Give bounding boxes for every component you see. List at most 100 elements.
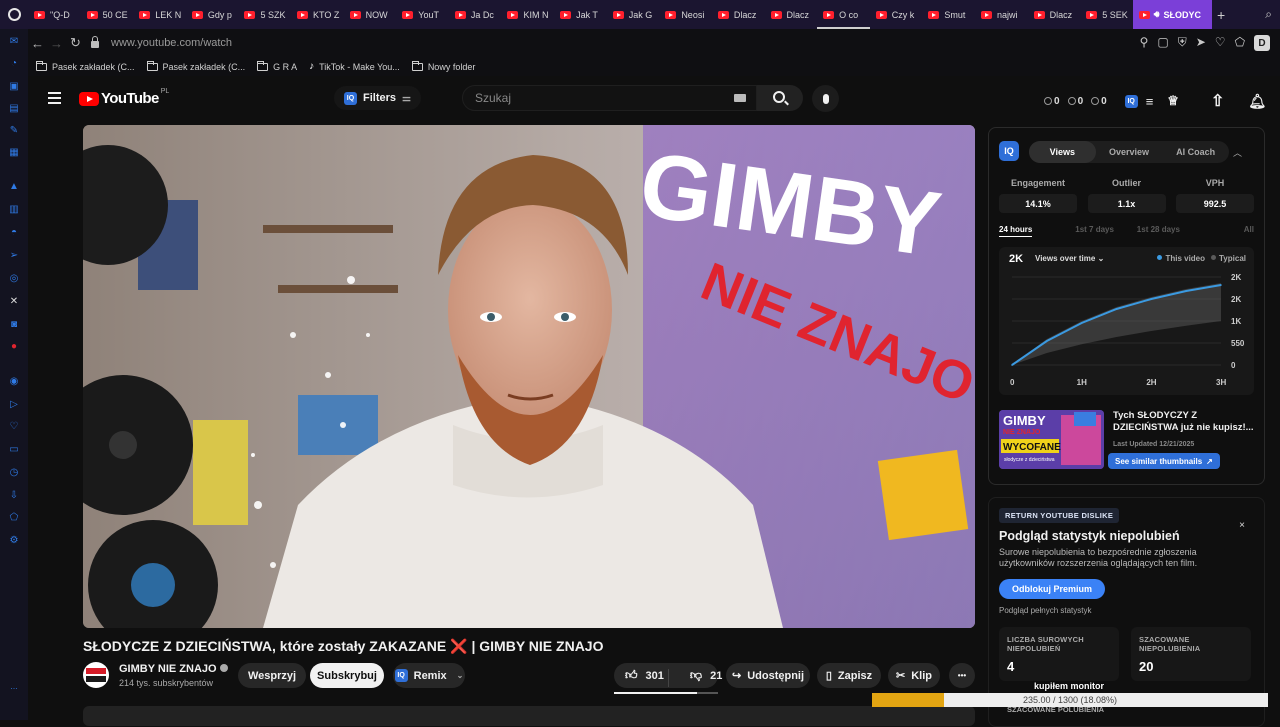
dislike-button[interactable]: 👎︎ bbox=[690, 668, 702, 683]
browser-tab[interactable]: "Q-D bbox=[28, 0, 81, 29]
wallet-icon[interactable]: ▦ bbox=[8, 147, 20, 158]
browser-tab[interactable]: najwi bbox=[975, 0, 1028, 29]
browser-tab[interactable]: Jak G bbox=[607, 0, 660, 29]
aria-icon[interactable]: ▲ bbox=[8, 181, 20, 192]
telegram-icon[interactable]: ➢ bbox=[8, 250, 20, 261]
heart-icon[interactable]: ♡ bbox=[1215, 35, 1226, 51]
mail-icon[interactable]: ✉ bbox=[8, 36, 20, 47]
period-7-days[interactable]: 1st 7 days bbox=[1063, 225, 1127, 239]
counter-eye[interactable]: 0 bbox=[1067, 96, 1083, 107]
shield-icon[interactable]: ⛨ bbox=[1178, 35, 1187, 51]
notifications-icon[interactable]: 🔔︎ bbox=[1248, 93, 1266, 110]
tab-search-icon[interactable]: ⌕ bbox=[1230, 7, 1280, 22]
browser-tab[interactable]: Dlacz bbox=[1028, 0, 1081, 29]
x-icon[interactable]: ✕ bbox=[8, 296, 20, 307]
history-icon[interactable]: ◔ bbox=[8, 58, 20, 69]
bookmark-tiktok[interactable]: ♪ TikTok - Make You... bbox=[309, 61, 400, 72]
player-icon[interactable]: ▤ bbox=[8, 103, 20, 114]
snapshot-icon[interactable]: ▣ bbox=[8, 81, 20, 92]
trophy-icon[interactable]: ♕ bbox=[1167, 93, 1179, 109]
menu-icon[interactable] bbox=[48, 92, 61, 104]
keyboard-icon[interactable] bbox=[734, 94, 746, 102]
settings-icon[interactable]: ⚙ bbox=[8, 535, 20, 546]
tabs-icon[interactable]: ▭ bbox=[8, 444, 20, 455]
graph-metric-select[interactable]: Views over time ⌄ bbox=[1035, 254, 1104, 263]
browser-tab[interactable]: Gdy p bbox=[186, 0, 239, 29]
like-button[interactable]: 👍︎ bbox=[625, 668, 638, 683]
channel-name[interactable]: GIMBY NIE ZNAJO bbox=[119, 663, 228, 675]
browser-tab[interactable]: Czy k bbox=[870, 0, 923, 29]
filters-button[interactable]: IQ Filters ⚌ bbox=[334, 86, 421, 110]
vidiq-extension-icon[interactable]: IQ bbox=[1124, 94, 1138, 108]
url-field[interactable]: www.youtube.com/watch bbox=[111, 37, 1140, 49]
see-similar-button[interactable]: See similar thumbnails ↗ bbox=[1108, 453, 1220, 469]
bookmark-folder[interactable]: Pasek zakładek (C... bbox=[36, 60, 135, 72]
subscribe-button[interactable]: Subskrybuj bbox=[310, 663, 384, 688]
browser-tab[interactable]: 5 SEK bbox=[1080, 0, 1133, 29]
discord-icon[interactable]: ◙ bbox=[8, 319, 20, 330]
browser-tab[interactable]: Ja Dc bbox=[449, 0, 502, 29]
clock-icon[interactable]: ◷ bbox=[8, 467, 20, 478]
browser-tab[interactable]: O co bbox=[817, 0, 870, 29]
thumbnail-image[interactable]: GIMBY NIE ZNAJO WYCOFANE słodycze z dzie… bbox=[999, 410, 1104, 469]
feed-icon[interactable]: ▷ bbox=[8, 399, 20, 410]
tab-overview[interactable]: Overview bbox=[1096, 141, 1163, 163]
browser-tab[interactable]: Dlacz bbox=[765, 0, 818, 29]
forward-icon[interactable]: → bbox=[47, 36, 66, 51]
browser-tab[interactable]: NOW bbox=[344, 0, 397, 29]
favorites-icon[interactable]: ♡ bbox=[8, 421, 20, 432]
send-icon[interactable]: ➤ bbox=[1196, 35, 1206, 51]
spotify-icon[interactable]: ◉ bbox=[8, 376, 20, 387]
search-button[interactable] bbox=[757, 85, 803, 111]
extensions-icon[interactable]: ⬠ bbox=[1235, 35, 1245, 51]
vidiq-logo-icon[interactable]: IQ bbox=[999, 141, 1019, 161]
browser-tab[interactable]: 50 CE bbox=[81, 0, 134, 29]
reload-icon[interactable]: ↻ bbox=[66, 35, 85, 51]
tab-ai-coach[interactable]: AI Coach bbox=[1162, 141, 1229, 163]
browser-tab[interactable]: KTO Z bbox=[291, 0, 344, 29]
close-icon[interactable]: × bbox=[1239, 520, 1245, 531]
period-24-hours[interactable]: 24 hours bbox=[999, 225, 1063, 239]
youtube-logo[interactable]: YouTube PL bbox=[79, 88, 169, 107]
channel-avatar[interactable] bbox=[83, 662, 109, 688]
browser-logo-icon[interactable] bbox=[0, 0, 28, 29]
thumbnail-title[interactable]: Tych SŁODYCZY Z DZIECIŃSTWA już nie kupi… bbox=[1113, 410, 1257, 434]
screenshot-icon[interactable]: ▢ bbox=[1157, 35, 1168, 51]
download-icon[interactable]: ⇩ bbox=[8, 490, 20, 501]
counter-views[interactable]: 0 bbox=[1091, 96, 1107, 107]
pin-icon[interactable]: ⚲ bbox=[1140, 35, 1149, 51]
bookmark-folder[interactable]: Pasek zakładek (C... bbox=[146, 60, 245, 72]
instagram-icon[interactable]: ◎ bbox=[8, 273, 20, 284]
voice-search-button[interactable] bbox=[812, 85, 839, 112]
period-28-days[interactable]: 1st 28 days bbox=[1127, 225, 1191, 239]
messenger-icon[interactable]: ◓ bbox=[8, 227, 20, 238]
counter-clock[interactable]: 0 bbox=[1044, 96, 1060, 107]
browser-tab[interactable]: Dlacz bbox=[712, 0, 765, 29]
browser-tab[interactable]: YouT bbox=[396, 0, 449, 29]
video-player[interactable]: GIMBY NIE ZNAJO bbox=[83, 125, 975, 628]
speaker-icon[interactable]: 🔊︎ bbox=[1154, 9, 1160, 20]
extensions-icon[interactable]: ⬠ bbox=[8, 512, 20, 523]
extension-red-icon[interactable]: ● bbox=[8, 341, 20, 352]
bookmark-folder[interactable]: Nowy folder bbox=[411, 60, 475, 72]
upload-icon[interactable]: ⇧ bbox=[1211, 91, 1224, 111]
tab-views[interactable]: Views bbox=[1029, 141, 1096, 163]
period-all[interactable]: All bbox=[1190, 225, 1254, 239]
browser-tab-active[interactable]: 🔊︎ SŁODYC bbox=[1132, 0, 1213, 29]
browser-tab[interactable]: KIM N bbox=[501, 0, 554, 29]
playlist-icon[interactable]: ≡ bbox=[1146, 94, 1154, 109]
twitch-icon[interactable]: ▥ bbox=[8, 204, 20, 215]
share-button[interactable]: ↪ Udostępnij bbox=[726, 663, 810, 688]
back-icon[interactable]: ← bbox=[28, 36, 47, 51]
more-icon[interactable]: ⋯ bbox=[8, 684, 20, 695]
new-tab-button[interactable]: + bbox=[1212, 7, 1230, 23]
remix-button[interactable]: IQ Remix ⌄ bbox=[393, 663, 465, 688]
notes-icon[interactable]: ✎ bbox=[8, 125, 20, 136]
support-button[interactable]: Wesprzyj bbox=[238, 663, 306, 688]
browser-tab[interactable]: Jak T bbox=[554, 0, 607, 29]
collapse-icon[interactable]: ︿ bbox=[1233, 146, 1242, 159]
lock-icon[interactable] bbox=[85, 34, 105, 52]
browser-tab[interactable]: 5 SZK bbox=[238, 0, 291, 29]
search-input[interactable]: Szukaj bbox=[462, 85, 757, 111]
profile-avatar[interactable]: D bbox=[1254, 35, 1270, 51]
